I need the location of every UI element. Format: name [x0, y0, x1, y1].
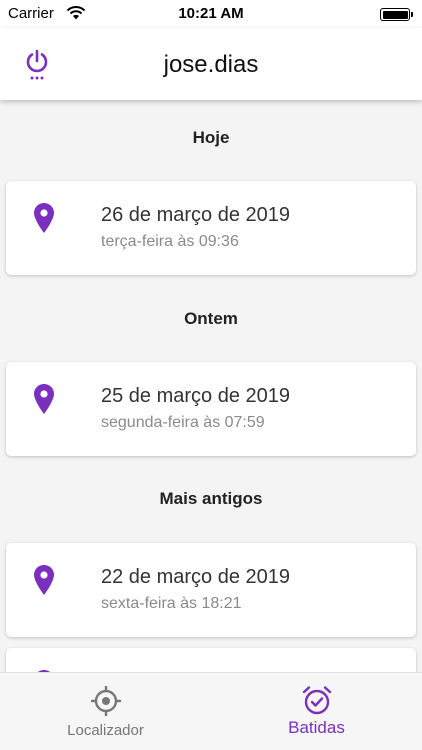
section-title-today: Hoje [192, 128, 230, 147]
location-pin-icon [34, 203, 54, 233]
clock-time: 10:21 AM [178, 5, 244, 22]
punch-date: 26 de março de 2019 [101, 204, 291, 226]
punch-card[interactable]: 25 de março de 2019 segunda-feira às 07:… [6, 362, 416, 456]
punch-list[interactable]: Hoje 26 de março de 2019 terça-feira às … [0, 100, 422, 672]
punch-date: 25 de março de 2019 [101, 385, 291, 407]
crosshair-icon [91, 686, 121, 716]
punch-weekday-time: terça-feira às 09:36 [101, 233, 239, 250]
punch-weekday-time: sexta-feira às 18:21 [101, 595, 242, 612]
punch-weekday-time: segunda-feira às 07:59 [101, 414, 265, 431]
tab-label: Localizador [67, 722, 144, 739]
tab-localizador[interactable]: Localizador [0, 673, 211, 750]
location-pin-icon [34, 384, 54, 414]
section-title-older: Mais antigos [159, 489, 263, 508]
location-pin-icon [34, 565, 54, 595]
battery-icon [380, 8, 413, 21]
tab-label: Batidas [288, 718, 345, 737]
punch-card-partial[interactable] [6, 648, 416, 672]
bottom-navigation: Localizador Batidas [0, 672, 422, 750]
app-bar: jose.dias [0, 28, 422, 100]
punch-date: 22 de março de 2019 [101, 566, 291, 588]
page-title: jose.dias [163, 51, 259, 78]
alarm-clock-check-icon [302, 686, 332, 715]
tab-batidas[interactable]: Batidas [211, 673, 422, 750]
status-bar: Carrier 10:21 AM [0, 0, 422, 28]
punch-card[interactable]: 22 de março de 2019 sexta-feira às 18:21 [6, 543, 416, 637]
punch-card[interactable]: 26 de março de 2019 terça-feira às 09:36 [6, 181, 416, 275]
section-title-yesterday: Ontem [184, 309, 238, 328]
